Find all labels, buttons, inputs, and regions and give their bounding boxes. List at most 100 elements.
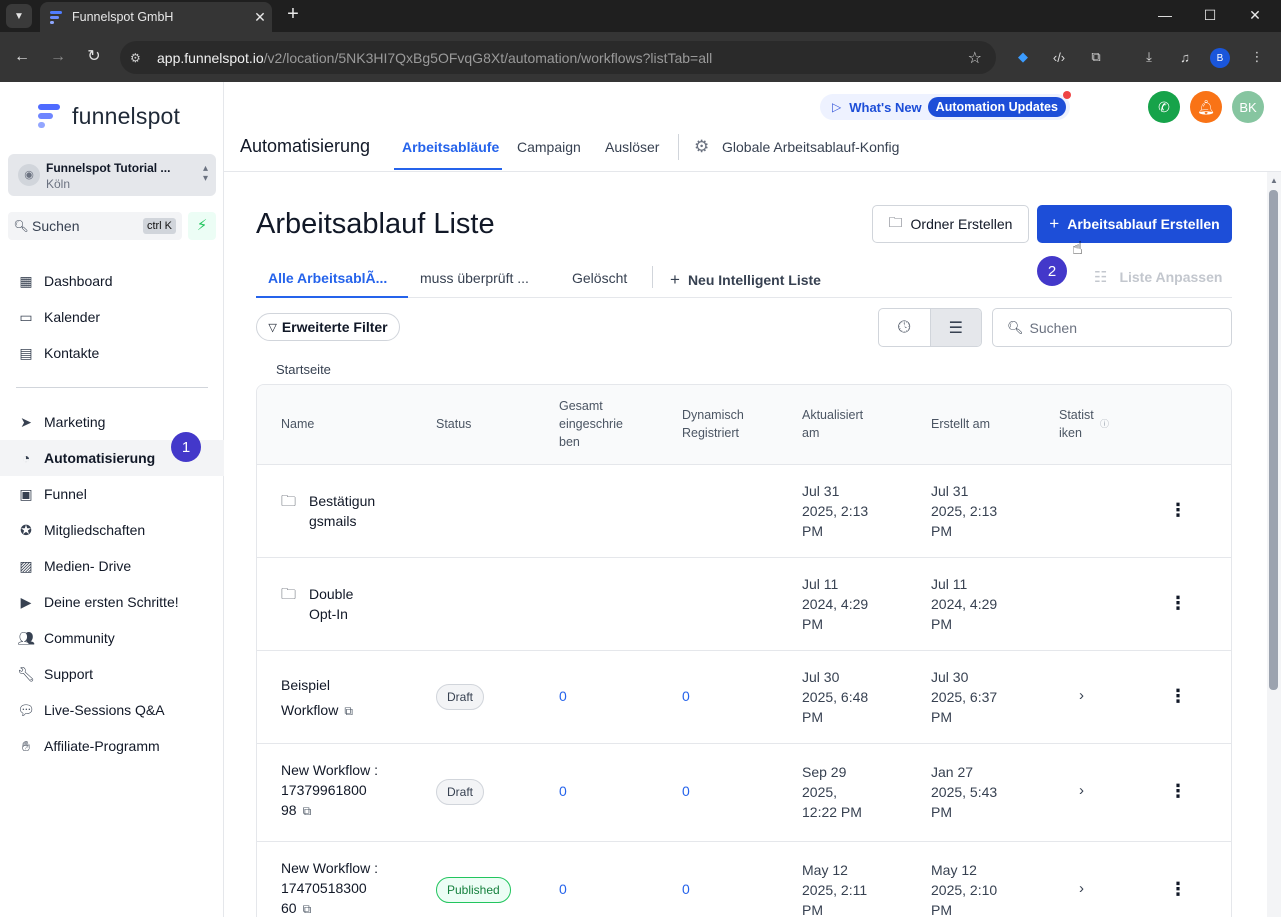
row-name-wrap[interactable]: Beispiel Workflow ⧉ xyxy=(281,673,353,724)
sidebar-item-kalender[interactable]: ▭ Kalender xyxy=(0,299,224,335)
row-enrolled[interactable]: 0 xyxy=(559,783,567,799)
row-name-wrap[interactable]: New Workflow : 17379961800 98 ⧉ xyxy=(281,760,378,821)
sidebar-search[interactable]: 🔍︎ Suchen ctrl K xyxy=(8,212,182,240)
maximize-icon[interactable]: ☐ xyxy=(1195,4,1225,26)
table-row[interactable]: Beispiel Workflow ⧉ Draft 0 0 Jul 30 2025… xyxy=(257,651,1231,744)
row-menu-icon[interactable]: ⋮ xyxy=(1169,879,1187,900)
th-status[interactable]: Status xyxy=(436,415,471,433)
row-menu-icon[interactable]: ⋮ xyxy=(1169,781,1187,802)
browser-menu-icon[interactable]: ⋮ xyxy=(1246,46,1268,68)
address-bar[interactable]: ⚙ app.funnelspot.io/v2/location/5NK3HI7Q… xyxy=(120,41,996,74)
sidebar-item-erste-schritte[interactable]: ▶ Deine ersten Schritte! xyxy=(0,584,224,620)
gear-icon[interactable]: ⚙ xyxy=(694,137,709,157)
sidebar-item-medien-drive[interactable]: ▨ Medien- Drive xyxy=(0,548,224,584)
url-text: app.funnelspot.io/v2/location/5NK3HI7QxB… xyxy=(157,49,713,66)
row-name[interactable]: Bestätigun gsmails xyxy=(309,491,375,531)
row-dynamic[interactable]: 0 xyxy=(682,688,690,704)
reload-icon[interactable]: ↻ xyxy=(82,45,106,69)
subtab-needs-review[interactable]: muss überprüft ... xyxy=(420,270,529,286)
back-icon[interactable]: ← xyxy=(10,45,34,69)
list-view-icon[interactable]: ☰ xyxy=(929,309,981,346)
external-link-icon[interactable]: ⧉ xyxy=(303,902,312,916)
row-name[interactable]: Double Opt-In xyxy=(309,584,353,624)
media-control-icon[interactable]: ♫ xyxy=(1174,46,1196,68)
table-row[interactable]: 🗀 Bestätigun gsmails Jul 31 2025, 2:13 P… xyxy=(257,465,1231,558)
bookmark-star-icon[interactable]: ☆ xyxy=(968,48,982,68)
info-icon[interactable]: ⓘ xyxy=(1100,415,1109,433)
sidebar-item-funnel[interactable]: ▣ Funnel xyxy=(0,476,224,512)
minimize-icon[interactable]: — xyxy=(1150,4,1180,26)
tab-campaign[interactable]: Campaign xyxy=(517,139,581,155)
extension-diamond-icon[interactable]: ◆ xyxy=(1012,46,1034,68)
site-info-icon[interactable]: ⚙ xyxy=(130,51,152,65)
table-row[interactable]: 🗀 Double Opt-In Jul 11 2024, 4:29 PM Jul… xyxy=(257,558,1231,651)
th-stats[interactable]: Statist iken xyxy=(1059,406,1094,442)
tab-search-button[interactable]: ▼ xyxy=(6,4,32,28)
sidebar-item-label: Medien- Drive xyxy=(44,558,132,574)
create-workflow-label: Arbeitsablauf Erstellen xyxy=(1067,216,1220,232)
plus-icon: + xyxy=(670,270,680,289)
whats-new-banner[interactable]: ▷ What's New Automation Updates xyxy=(820,91,1071,120)
th-created[interactable]: Erstellt am xyxy=(931,415,990,433)
bell-icon[interactable]: 🔔︎ xyxy=(1190,91,1222,123)
create-folder-button[interactable]: 🗀 Ordner Erstellen xyxy=(872,205,1029,243)
quick-actions-bolt-icon[interactable]: ⚡ xyxy=(188,212,216,240)
scrollbar-thumb[interactable] xyxy=(1269,190,1278,690)
table-row[interactable]: New Workflow : 17470518300 60 ⧉ Published… xyxy=(257,842,1231,917)
new-smart-list-button[interactable]: + Neu Intelligent Liste xyxy=(670,270,821,290)
close-window-icon[interactable]: ✕ xyxy=(1240,4,1270,26)
table-row[interactable]: New Workflow : 17379961800 98 ⧉ Draft 0 0… xyxy=(257,744,1231,842)
row-enrolled[interactable]: 0 xyxy=(559,881,567,897)
forward-icon[interactable]: → xyxy=(46,45,70,69)
row-enrolled[interactable]: 0 xyxy=(559,688,567,704)
sidebar-item-dashboard[interactable]: ▦ Dashboard xyxy=(0,263,224,299)
subtab-deleted[interactable]: Gelöscht xyxy=(572,270,627,286)
sidebar-item-affiliate[interactable]: ✋︎ Affiliate-Programm xyxy=(0,728,224,764)
history-clock-icon[interactable]: 🕓︎ xyxy=(879,309,930,346)
sidebar-item-community[interactable]: 👥︎ Community xyxy=(0,620,224,656)
sidebar-item-live-sessions[interactable]: 💬︎ Live-Sessions Q&A xyxy=(0,692,224,728)
sidebar-item-kontakte[interactable]: ▤ Kontakte xyxy=(0,335,224,371)
download-icon[interactable]: ⤓ xyxy=(1138,46,1160,68)
sidebar-item-support[interactable]: 🔧︎ Support xyxy=(0,656,224,692)
chevron-right-icon[interactable]: › xyxy=(1079,687,1084,704)
row-name-wrap[interactable]: New Workflow : 17470518300 60 ⧉ xyxy=(281,858,378,917)
scroll-up-icon[interactable]: ▲ xyxy=(1270,176,1278,185)
row-menu-icon[interactable]: ⋮ xyxy=(1169,686,1187,707)
tab-arbeitsablaeufe[interactable]: Arbeitsabläufe xyxy=(402,139,499,155)
advanced-filter-button[interactable]: ▽ Erweiterte Filter xyxy=(256,313,400,341)
breadcrumb[interactable]: Startseite xyxy=(276,362,331,377)
chevron-right-icon[interactable]: › xyxy=(1079,880,1084,897)
workflow-search-input[interactable] xyxy=(1029,319,1220,336)
tab-global-config[interactable]: Globale Arbeitsablauf-Konfig xyxy=(722,139,899,155)
th-name[interactable]: Name xyxy=(281,415,314,433)
sidebar-item-mitgliedschaften[interactable]: ✪ Mitgliedschaften xyxy=(0,512,224,548)
row-dynamic[interactable]: 0 xyxy=(682,881,690,897)
row-menu-icon[interactable]: ⋮ xyxy=(1169,593,1187,614)
th-enrolled[interactable]: Gesamt eingeschrie ben xyxy=(559,397,623,451)
extension-code-icon[interactable]: ‹/› xyxy=(1048,46,1070,68)
subtab-all-workflows[interactable]: Alle ArbeitsablÃ... xyxy=(268,270,387,286)
folder-icon: 🗀 xyxy=(281,586,297,603)
external-link-icon[interactable]: ⧉ xyxy=(344,704,353,718)
profile-avatar[interactable]: B xyxy=(1210,48,1230,68)
extensions-puzzle-icon[interactable]: ⧉ xyxy=(1085,46,1107,68)
tab-ausloeser[interactable]: Auslöser xyxy=(605,139,659,155)
create-workflow-button[interactable]: + Arbeitsablauf Erstellen xyxy=(1037,205,1232,243)
new-tab-button[interactable]: + xyxy=(282,4,304,26)
user-avatar[interactable]: BK xyxy=(1232,91,1264,123)
row-dynamic[interactable]: 0 xyxy=(682,783,690,799)
logo[interactable]: funnelspot xyxy=(36,102,180,130)
customize-list-button[interactable]: ☷ Liste Anpassen xyxy=(1094,268,1222,286)
row-menu-icon[interactable]: ⋮ xyxy=(1169,500,1187,521)
account-switcher[interactable]: ◉ Funnelspot Tutorial ... Köln ▴ ▾ xyxy=(8,154,216,196)
close-tab-icon[interactable]: ✕ xyxy=(248,9,272,26)
external-link-icon[interactable]: ⧉ xyxy=(303,804,312,818)
phone-icon[interactable]: ✆ xyxy=(1148,91,1180,123)
th-updated[interactable]: Aktualisiert am xyxy=(802,406,863,442)
page-scrollbar[interactable]: ▲ xyxy=(1267,172,1281,917)
chevron-right-icon[interactable]: › xyxy=(1079,782,1084,799)
th-dynamic[interactable]: Dynamisch Registriert xyxy=(682,406,744,442)
browser-tab[interactable]: Funnelspot GmbH ✕ xyxy=(40,2,272,32)
automation-updates-pill[interactable]: Automation Updates xyxy=(927,97,1066,117)
